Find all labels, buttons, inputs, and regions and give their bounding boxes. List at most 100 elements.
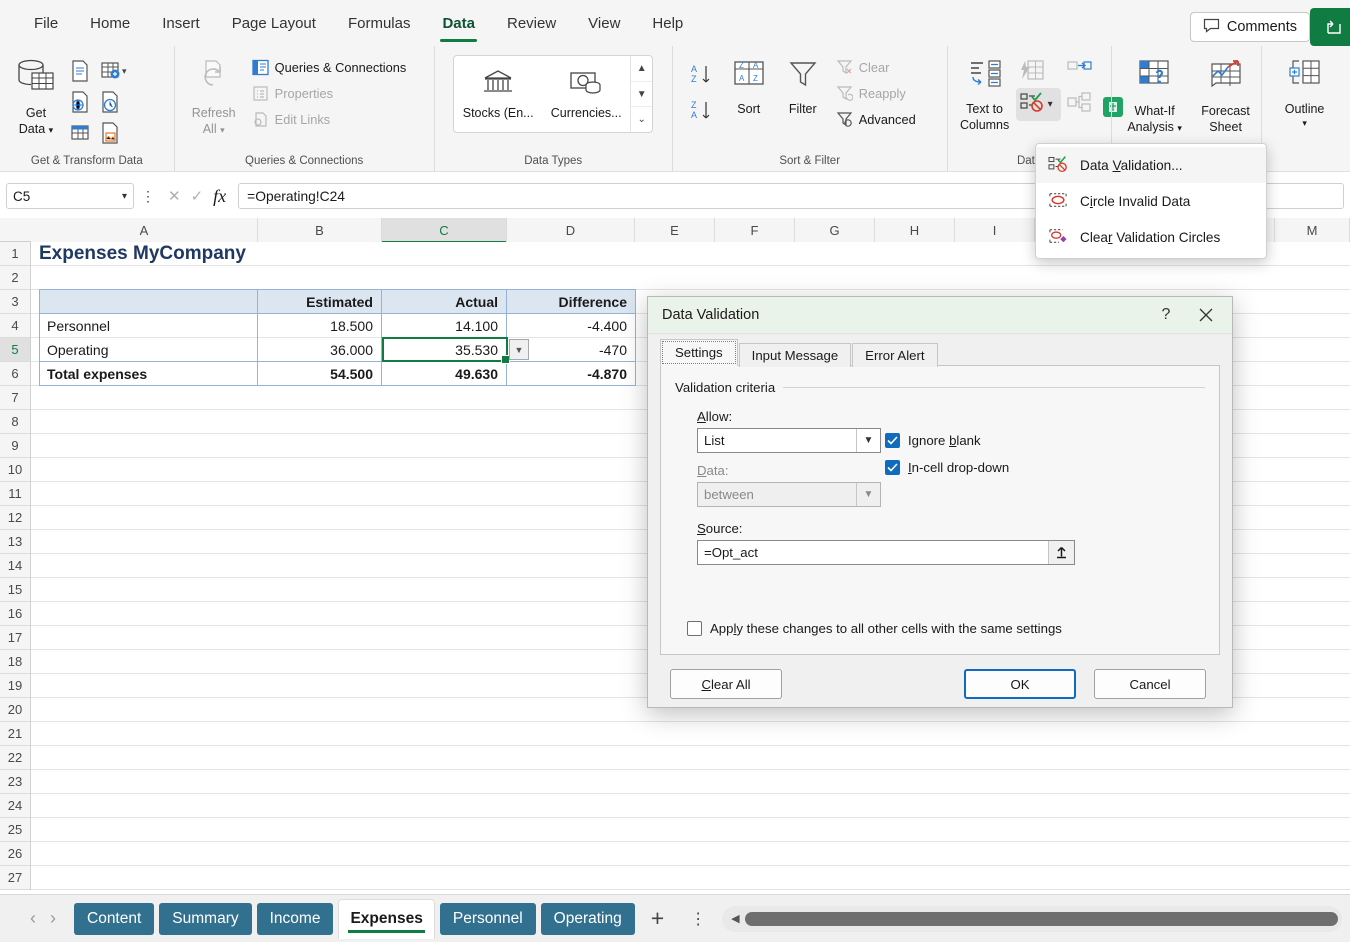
cell-a1-title[interactable]: Expenses MyCompany	[39, 242, 246, 266]
row-header-6[interactable]: 6	[0, 362, 31, 386]
data-type-stocks[interactable]: Stocks (En...	[454, 56, 542, 132]
get-data-button[interactable]: Get Data ▾	[8, 54, 64, 141]
row-header-20[interactable]: 20	[0, 698, 31, 722]
properties-button[interactable]: Properties	[247, 82, 412, 105]
column-header-e[interactable]: E	[635, 218, 715, 242]
row-header-16[interactable]: 16	[0, 602, 31, 626]
gallery-scroll-up[interactable]: ▲	[631, 56, 652, 81]
column-header-i[interactable]: I	[955, 218, 1035, 242]
row-header-10[interactable]: 10	[0, 458, 31, 482]
menu-item-clear-validation-circles[interactable]: Clear Validation Circles	[1036, 219, 1266, 255]
column-header-g[interactable]: G	[795, 218, 875, 242]
cancel-entry-icon[interactable]: ✕	[168, 187, 181, 205]
filter-button[interactable]: Filter	[777, 54, 829, 122]
column-header-b[interactable]: B	[258, 218, 382, 242]
menu-item-data-validation[interactable]: Data Validation...	[1036, 147, 1266, 183]
existing-connections-button[interactable]	[66, 118, 94, 148]
ribbon-tab-view[interactable]: View	[572, 0, 636, 46]
source-input[interactable]	[698, 541, 1048, 564]
sort-button[interactable]: ZAAZ Sort	[723, 54, 775, 122]
reapply-filter-button[interactable]: Reapply	[831, 82, 921, 105]
dialog-tab-input-message[interactable]: Input Message	[738, 343, 852, 367]
row-header-9[interactable]: 9	[0, 434, 31, 458]
what-if-analysis-button[interactable]: What-If Analysis ▾	[1120, 54, 1190, 139]
formula-bar-more-button[interactable]: ⋮	[140, 188, 156, 205]
from-web-button[interactable]	[66, 87, 94, 117]
data-select[interactable]: between ▼	[697, 482, 881, 507]
in-cell-dropdown-arrow[interactable]: ▼	[509, 339, 529, 360]
column-header-a[interactable]: A	[31, 218, 258, 242]
next-sheet-arrow-icon[interactable]: ›	[50, 908, 56, 929]
ribbon-tab-file[interactable]: File	[18, 0, 74, 46]
remove-duplicates-button[interactable]	[1063, 56, 1095, 86]
row-header-12[interactable]: 12	[0, 506, 31, 530]
row-header-5[interactable]: 5	[0, 338, 31, 362]
scroll-left-arrow-icon[interactable]: ◀	[726, 912, 744, 925]
sheet-tab-personnel[interactable]: Personnel	[439, 902, 536, 935]
row-header-2[interactable]: 2	[0, 266, 31, 290]
cell-b5-estimated[interactable]: 36.000	[259, 338, 379, 362]
in-cell-dropdown-checkbox-row[interactable]: In-cell drop-down	[885, 460, 1009, 475]
from-text-csv-button[interactable]	[66, 56, 94, 86]
clear-all-button[interactable]: Clear All	[670, 669, 782, 699]
cell-c3-actual[interactable]: Actual	[383, 290, 504, 314]
apply-all-checkbox-row[interactable]: Apply these changes to all other cells w…	[687, 621, 1062, 636]
forecast-sheet-button[interactable]: Forecast Sheet	[1192, 54, 1260, 139]
cancel-button[interactable]: Cancel	[1094, 669, 1206, 699]
ribbon-tab-insert[interactable]: Insert	[146, 0, 216, 46]
sort-ascending-button[interactable]: AZ	[687, 60, 717, 88]
sheet-tab-summary[interactable]: Summary	[159, 902, 252, 935]
row-header-21[interactable]: 21	[0, 722, 31, 746]
column-header-h[interactable]: H	[875, 218, 955, 242]
row-header-24[interactable]: 24	[0, 794, 31, 818]
data-validation-split-button[interactable]: ▾	[1015, 88, 1061, 121]
recent-sources-button[interactable]	[96, 87, 130, 117]
cell-a4-label[interactable]: Personnel	[41, 314, 255, 338]
ok-button[interactable]: OK	[964, 669, 1076, 699]
from-table-range-button[interactable]: ▾	[96, 56, 130, 86]
row-header-13[interactable]: 13	[0, 530, 31, 554]
row-header-22[interactable]: 22	[0, 746, 31, 770]
column-header-f[interactable]: F	[715, 218, 795, 242]
sort-descending-button[interactable]: ZA	[687, 96, 717, 124]
sheet-tab-content[interactable]: Content	[74, 902, 155, 935]
outline-button[interactable]: Outline ▾	[1270, 54, 1340, 133]
refresh-all-button[interactable]: Refresh All ▾	[183, 54, 245, 141]
cell-b6-estimated[interactable]: 54.500	[259, 362, 379, 386]
chevron-down-icon[interactable]: ▾	[122, 191, 127, 202]
chevron-down-icon[interactable]: ▾	[1044, 99, 1057, 110]
sheet-tab-expenses[interactable]: Expenses	[338, 898, 435, 939]
dialog-tab-error-alert[interactable]: Error Alert	[852, 343, 938, 367]
flash-fill-button[interactable]	[1016, 56, 1061, 86]
in-cell-dropdown-checkbox[interactable]	[885, 460, 900, 475]
row-header-17[interactable]: 17	[0, 626, 31, 650]
column-header-m[interactable]: M	[1275, 218, 1350, 242]
menu-item-circle-invalid-data[interactable]: Circle Invalid Data	[1036, 183, 1266, 219]
cell-c4-actual[interactable]: 14.100	[383, 314, 504, 338]
dialog-tab-settings[interactable]: Settings	[660, 339, 738, 366]
cell-a5-label[interactable]: Operating	[41, 338, 255, 362]
advanced-filter-button[interactable]: Advanced	[831, 108, 921, 131]
row-header-19[interactable]: 19	[0, 674, 31, 698]
row-header-3[interactable]: 3	[0, 290, 31, 314]
row-header-18[interactable]: 18	[0, 650, 31, 674]
gallery-expand[interactable]: ⌄	[631, 106, 653, 132]
queries-and-connections-button[interactable]: Queries & Connections	[247, 56, 412, 79]
text-to-columns-button[interactable]: Text to Columns	[956, 54, 1014, 137]
row-header-25[interactable]: 25	[0, 818, 31, 842]
share-button[interactable]	[1310, 8, 1350, 46]
column-header-d[interactable]: D	[507, 218, 635, 242]
comments-button[interactable]: Comments	[1189, 12, 1310, 42]
ribbon-tab-review[interactable]: Review	[491, 0, 572, 46]
row-header-11[interactable]: 11	[0, 482, 31, 506]
sheet-tab-operating[interactable]: Operating	[540, 902, 635, 935]
chevron-down-icon[interactable]: ▼	[856, 483, 880, 506]
ribbon-tab-data[interactable]: Data	[426, 0, 491, 46]
confirm-entry-icon[interactable]: ✓	[191, 187, 204, 205]
cell-d6-difference[interactable]: -4.870	[508, 362, 633, 386]
allow-select[interactable]: List ▼	[697, 428, 881, 453]
cell-d4-difference[interactable]: -4.400	[508, 314, 633, 338]
previous-sheet-arrow-icon[interactable]: ‹	[30, 908, 36, 929]
dialog-help-button[interactable]: ?	[1146, 298, 1186, 332]
ribbon-tab-home[interactable]: Home	[74, 0, 146, 46]
